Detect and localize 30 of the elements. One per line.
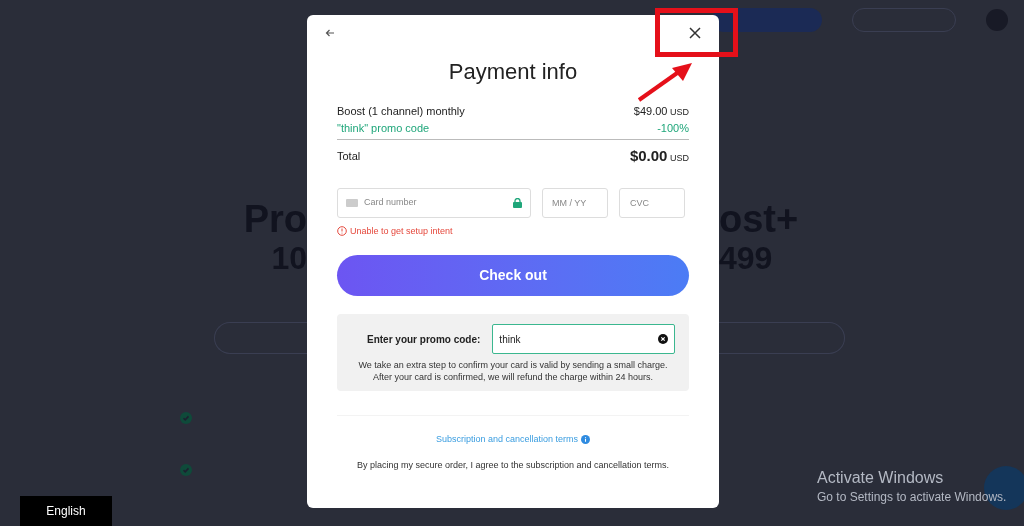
line-item-label: Boost (1 channel) monthly (337, 104, 465, 119)
total-label: Total (337, 149, 361, 164)
verification-note: We take an extra step to confirm your card is valid by sending a small charge. After your card is confirmed, we will refund the charge within 24 hours. (357, 359, 669, 383)
activation-subtitle: Go to Settings to activate Windows. (817, 489, 1007, 506)
agreement-text: By placing my secure order, I agree to the subscription and cancellation terms. (355, 458, 671, 472)
checkout-button[interactable]: Check out (337, 255, 689, 296)
check-icon (180, 412, 192, 424)
expiry-field[interactable]: MM / YY (542, 187, 608, 218)
close-icon[interactable] (689, 27, 701, 39)
line-item-amount: -100% (657, 121, 689, 136)
clear-icon[interactable] (658, 334, 668, 344)
promo-label: Enter your promo code: (367, 332, 481, 347)
line-item-amount: $49.00 USD (633, 104, 689, 119)
card-icon (346, 198, 358, 207)
line-item-label: "think" promo code (337, 121, 430, 136)
language-button[interactable]: English (20, 496, 112, 526)
activation-title: Activate Windows (817, 468, 945, 488)
total-amount: $0.00 USD (629, 146, 689, 166)
check-icon (180, 464, 192, 476)
cvc-field[interactable]: CVC (619, 187, 685, 218)
terms-link[interactable]: Subscription and cancellation terms (435, 433, 579, 447)
error-icon (337, 226, 347, 237)
back-icon[interactable] (325, 28, 335, 38)
pointer-arrow (636, 60, 694, 102)
error-message: Unable to get setup intent (350, 224, 453, 238)
lock-icon (513, 197, 522, 208)
info-icon[interactable] (581, 435, 591, 445)
promo-code-field[interactable]: think (492, 324, 675, 354)
card-number-field[interactable]: Card number (337, 187, 531, 218)
dialog-title: Payment info (447, 61, 579, 83)
